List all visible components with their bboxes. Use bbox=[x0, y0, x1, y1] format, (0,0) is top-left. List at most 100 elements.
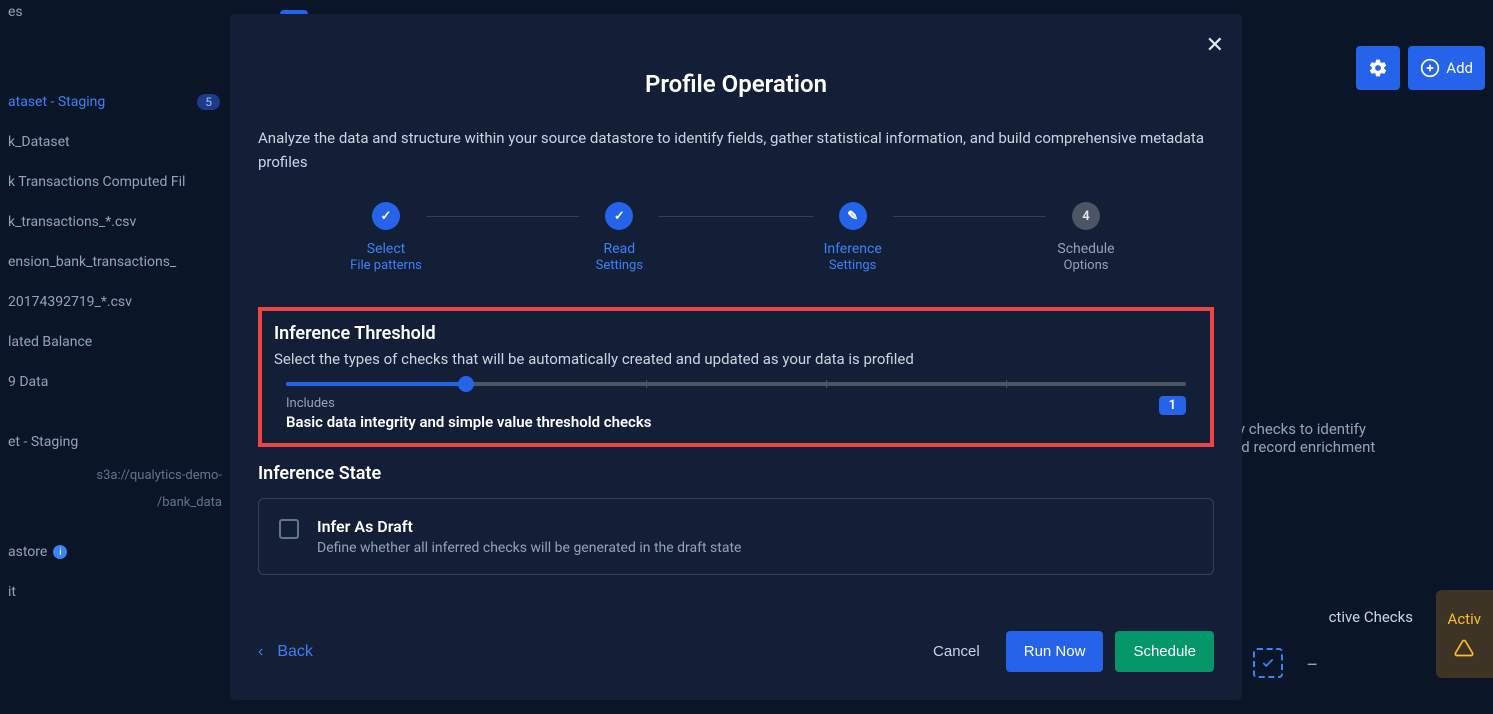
close-icon: ✕ bbox=[1206, 32, 1224, 57]
step-label: Inference Settings bbox=[824, 240, 882, 275]
includes-label: Includes bbox=[286, 396, 652, 411]
step-main: Schedule bbox=[1057, 240, 1114, 258]
draft-checkbox[interactable] bbox=[279, 519, 299, 539]
add-button[interactable]: Add bbox=[1408, 46, 1485, 90]
sidebar-item-data[interactable]: 9 Data bbox=[0, 362, 230, 402]
sidebar-item-label: k_Dataset bbox=[8, 134, 70, 150]
step-connector bbox=[659, 216, 812, 217]
sidebar-item-dataset[interactable]: k_Dataset bbox=[0, 122, 230, 162]
bg-text-line2: nd record enrichment bbox=[1233, 438, 1473, 456]
add-label: Add bbox=[1446, 59, 1473, 77]
step-label: Read Settings bbox=[596, 240, 643, 275]
inference-threshold-section: Inference Threshold Select the types of … bbox=[258, 307, 1214, 447]
threshold-slider[interactable] bbox=[286, 382, 1186, 386]
chevron-left-icon: ‹ bbox=[258, 643, 263, 661]
modal-description: Analyze the data and structure within yo… bbox=[258, 126, 1214, 174]
close-button[interactable]: ✕ bbox=[1206, 32, 1224, 58]
step-main: Inference bbox=[824, 240, 882, 258]
top-buttons: Add bbox=[1356, 46, 1485, 90]
state-title: Inference State bbox=[258, 463, 1214, 484]
slider-tick bbox=[826, 380, 827, 388]
sidebar-item-balance[interactable]: lated Balance bbox=[0, 322, 230, 362]
sidebar-item-label: 20174392719_*.csv bbox=[8, 294, 132, 310]
sidebar-item-label: ataset - Staging bbox=[8, 94, 105, 110]
step-main: Read bbox=[596, 240, 643, 258]
sidebar-last[interactable]: it bbox=[0, 572, 230, 612]
info-icon: i bbox=[53, 545, 67, 559]
sidebar-last-label: it bbox=[8, 584, 16, 600]
slider-thumb[interactable] bbox=[458, 376, 474, 392]
step-label: Select File patterns bbox=[350, 240, 422, 275]
threshold-title: Inference Threshold bbox=[274, 323, 1198, 344]
sidebar-top-label: es bbox=[8, 4, 23, 20]
sidebar-item-csv[interactable]: k_transactions_*.csv bbox=[0, 202, 230, 242]
gear-icon bbox=[1368, 58, 1388, 78]
step-select[interactable]: ✓ Select File patterns bbox=[346, 202, 426, 275]
bg-info-text: ty checks to identify nd record enrichme… bbox=[1233, 420, 1473, 456]
pencil-icon: ✎ bbox=[847, 209, 858, 224]
step-connector bbox=[426, 216, 579, 217]
step-sub: Settings bbox=[596, 258, 643, 275]
sidebar-path1: s3a://qualytics-demo- bbox=[0, 462, 230, 489]
bg-right: Add ty checks to identify nd record enri… bbox=[1243, 0, 1493, 714]
step-sub: Settings bbox=[824, 258, 882, 275]
bg-dash: – bbox=[1306, 655, 1318, 676]
step-label: Schedule Options bbox=[1057, 240, 1114, 275]
sidebar-item-et-staging[interactable]: et - Staging bbox=[0, 422, 230, 462]
sidebar-datastore[interactable]: astore i bbox=[0, 532, 230, 572]
slider-fill bbox=[286, 382, 466, 386]
draft-title: Infer As Draft bbox=[317, 517, 741, 536]
slider-tick bbox=[1006, 380, 1007, 388]
sidebar-item-transactions[interactable]: k Transactions Computed Fil bbox=[0, 162, 230, 202]
step-sub: File patterns bbox=[350, 258, 422, 275]
modal-footer: ‹ Back Cancel Run Now Schedule bbox=[258, 631, 1214, 672]
sidebar-item-label: et - Staging bbox=[8, 434, 78, 450]
check-dashed-icon bbox=[1253, 648, 1283, 678]
step-schedule[interactable]: 4 Schedule Options bbox=[1046, 202, 1126, 275]
modal-title: Profile Operation bbox=[258, 70, 1214, 98]
sidebar-top-item[interactable]: es bbox=[0, 0, 230, 32]
sidebar-item-extension[interactable]: ension_bank_transactions_ bbox=[0, 242, 230, 282]
cancel-button[interactable]: Cancel bbox=[919, 633, 994, 670]
sidebar-item-staging[interactable]: ataset - Staging 5 bbox=[0, 82, 230, 122]
slider-tick bbox=[646, 380, 647, 388]
draft-desc: Define whether all inferred checks will … bbox=[317, 540, 741, 556]
sidebar-item-label: lated Balance bbox=[8, 334, 92, 350]
footer-actions: Cancel Run Now Schedule bbox=[919, 631, 1214, 672]
sidebar-item-label: ension_bank_transactions_ bbox=[8, 254, 176, 270]
step-read[interactable]: ✓ Read Settings bbox=[579, 202, 659, 275]
step-number: 4 bbox=[1082, 209, 1089, 224]
plus-circle-icon bbox=[1420, 58, 1440, 78]
sidebar-item-numbered[interactable]: 20174392719_*.csv bbox=[0, 282, 230, 322]
bg-text-line1: ty checks to identify bbox=[1233, 420, 1473, 438]
sidebar-badge: 5 bbox=[197, 94, 220, 110]
run-now-button[interactable]: Run Now bbox=[1006, 631, 1104, 672]
step-inference[interactable]: ✎ Inference Settings bbox=[813, 202, 893, 275]
back-button[interactable]: ‹ Back bbox=[258, 643, 313, 661]
slider-track bbox=[286, 382, 1186, 386]
active-checks-label: ctive Checks bbox=[1329, 608, 1413, 626]
includes-text: Basic data integrity and simple value th… bbox=[286, 413, 652, 431]
stepper: ✓ Select File patterns ✓ Read Settings ✎… bbox=[346, 202, 1126, 275]
warning-icon bbox=[1454, 638, 1474, 658]
activ-text: Activ bbox=[1448, 610, 1481, 628]
activity-badge[interactable]: Activ bbox=[1436, 590, 1493, 678]
settings-button[interactable] bbox=[1356, 46, 1400, 90]
sidebar-item-label: k_transactions_*.csv bbox=[8, 214, 136, 230]
sidebar-item-label: 9 Data bbox=[8, 374, 48, 390]
step-circle: ✓ bbox=[372, 202, 400, 230]
sidebar: es ataset - Staging 5 k_Dataset k Transa… bbox=[0, 0, 230, 714]
schedule-button[interactable]: Schedule bbox=[1115, 631, 1214, 672]
step-circle: ✓ bbox=[605, 202, 633, 230]
inference-state-section: Inference State Infer As Draft Define wh… bbox=[258, 463, 1214, 575]
step-connector bbox=[893, 216, 1046, 217]
step-main: Select bbox=[350, 240, 422, 258]
back-label: Back bbox=[277, 643, 313, 661]
step-sub: Options bbox=[1057, 258, 1114, 275]
sidebar-datastore-label: astore bbox=[8, 544, 47, 560]
sidebar-item-label: k Transactions Computed Fil bbox=[8, 174, 185, 190]
step-circle: ✎ bbox=[839, 202, 867, 230]
sidebar-path2: /bank_data bbox=[0, 489, 230, 516]
level-badge: 1 bbox=[1159, 396, 1186, 415]
infer-draft-option[interactable]: Infer As Draft Define whether all inferr… bbox=[258, 498, 1214, 575]
